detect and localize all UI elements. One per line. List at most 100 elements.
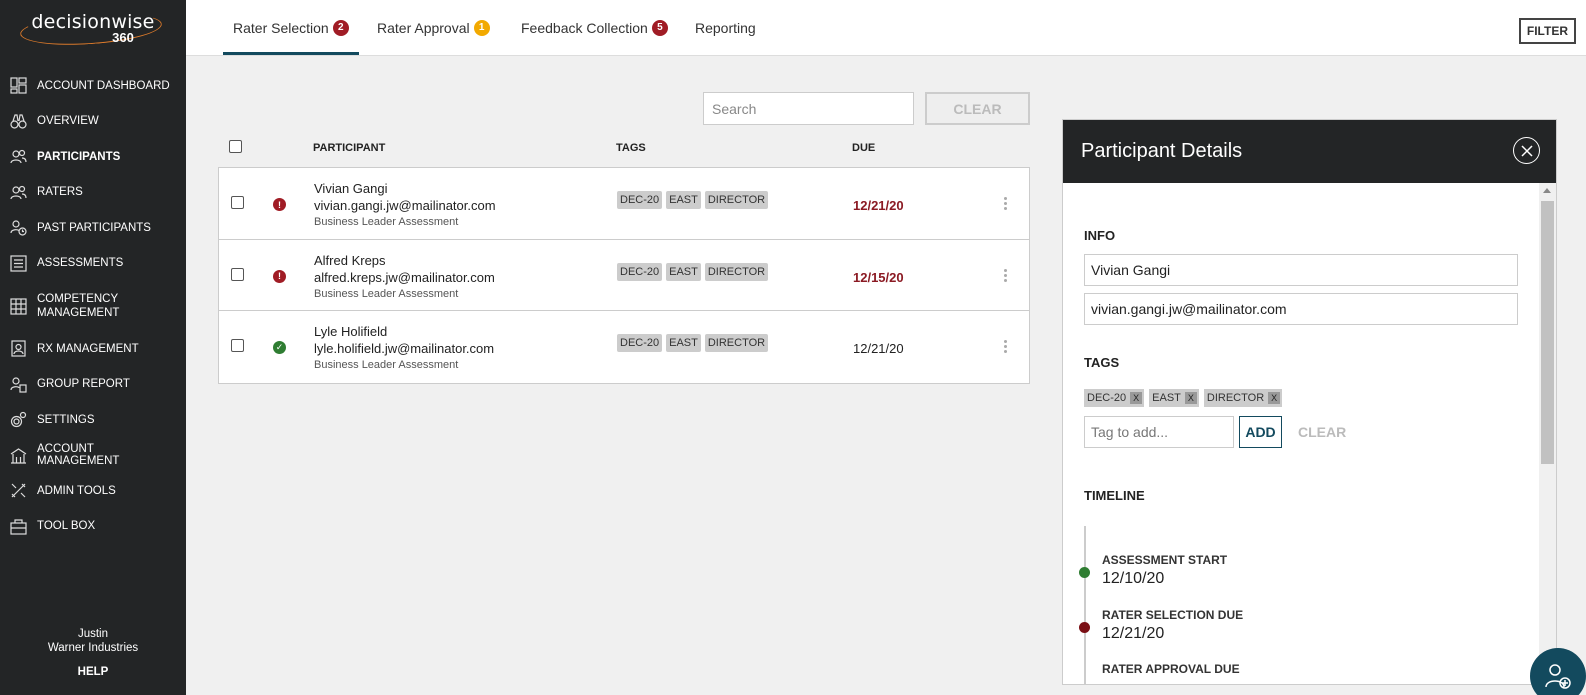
sidebar-item-raters[interactable]: RATERS [0,175,186,211]
table-row[interactable]: ! Alfred Kreps alfred.kreps.jw@mailinato… [219,240,1029,311]
tag-list: DEC-20 EAST DIRECTOR [617,191,769,209]
timeline-date: 12/21/20 [1102,625,1165,642]
timeline-label: RATER APPROVAL DUE [1102,662,1240,676]
more-options-icon[interactable] [1004,197,1008,210]
sidebar-nav: ACCOUNT DASHBOARD OVERVIEW PARTICIPANTS … [0,68,186,544]
group-report-icon [10,376,27,393]
participant-email: lyle.holifield.jw@mailinator.com [314,341,495,356]
sidebar-item-label: PARTICIPANTS [37,150,121,163]
search-clear-button[interactable]: CLEAR [925,92,1030,125]
building-icon [10,447,27,464]
sidebar-item-competency-management[interactable]: COMPETENCY MANAGEMENT [0,281,186,331]
tag-list: DEC-20 EAST DIRECTOR [617,262,769,281]
tag: EAST [666,191,701,209]
timeline-label: ASSESSMENT START [1102,553,1228,567]
tag: DIRECTOR [704,334,769,352]
table-row[interactable]: ✓ Lyle Holifield lyle.holifield.jw@maili… [219,311,1029,383]
panel-header: Participant Details [1063,120,1556,183]
tab-rater-approval[interactable]: Rater Approval 1 [377,0,490,55]
user-block: Justin Warner Industries HELP [0,627,186,679]
panel-title: Participant Details [1081,140,1243,162]
row-checkbox[interactable] [231,339,244,352]
participant-email-field[interactable]: vivian.gangi.jw@mailinator.com [1084,293,1518,325]
sidebar-item-label: TOOL BOX [37,520,96,533]
tab-label: Feedback Collection [521,19,648,36]
row-checkbox[interactable] [231,196,244,209]
count-badge: 5 [651,19,668,36]
tab-feedback-collection[interactable]: Feedback Collection 5 [521,0,668,55]
row-checkbox[interactable] [231,267,244,281]
add-tag-button[interactable]: ADD [1239,416,1282,448]
sidebar-item-label: ASSESSMENTS [37,257,124,270]
brand-logo[interactable]: decisionwise 360 [0,0,186,60]
sidebar-item-overview[interactable]: OVERVIEW [0,104,186,140]
tag: DEC-20 [617,262,663,281]
timeline-dot [1079,567,1090,578]
count-badge: 1 [473,19,490,36]
tab-reporting[interactable]: Reporting [695,0,756,55]
participant-assessment: Business Leader Assessment [314,216,459,228]
participant-assessment: Business Leader Assessment [314,359,459,371]
users-clock-icon [10,219,27,236]
tag: EAST X [1149,389,1199,407]
sidebar-item-group-report[interactable]: GROUP REPORT [0,367,186,403]
user-company: Warner Industries [47,642,139,654]
more-options-icon[interactable] [1004,268,1008,282]
info-section-title: INFO [1084,228,1116,243]
participant-assessment: Business Leader Assessment [314,287,459,300]
sidebar-item-participants[interactable]: PARTICIPANTS [0,139,186,175]
close-icon[interactable] [1513,137,1540,164]
tag: DIRECTOR [704,191,769,209]
tab-rater-selection[interactable]: Rater Selection 2 [223,0,359,55]
tag: DIRECTOR X [1203,389,1283,407]
participant-name-field[interactable]: Vivian Gangi [1084,254,1518,286]
user-name: Justin [77,628,109,640]
sidebar-item-label: ACCOUNT MANAGEMENT [37,443,120,468]
participant-tag-list: DEC-20 X EAST X DIRECTOR X [1084,389,1283,407]
tags-section-title: TAGS [1084,355,1120,370]
binoculars-icon [10,113,27,130]
participant-email: vivian.gangi.jw@mailinator.com [314,198,496,213]
table-row[interactable]: ! Vivian Gangi vivian.gangi.jw@mailinato… [219,168,1029,240]
column-header-tags: TAGS [616,142,646,154]
sidebar-item-label: RATERS [37,186,83,199]
select-all-checkbox[interactable] [229,140,242,153]
sidebar-item-account-management[interactable]: ACCOUNT MANAGEMENT [0,438,186,474]
column-header-due: DUE [852,142,876,154]
remove-tag-icon[interactable]: X [1130,392,1143,404]
sidebar-item-label: COMPETENCY MANAGEMENT [37,293,120,319]
sidebar-item-past-participants[interactable]: PAST PARTICIPANTS [0,210,186,246]
due-date: 12/21/20 [853,198,904,213]
participant-email: alfred.kreps.jw@mailinator.com [314,269,495,285]
grid-icon [10,297,27,315]
sidebar-item-rx-management[interactable]: RX MANAGEMENT [0,331,186,367]
sidebar-item-admin-tools[interactable]: ADMIN TOOLS [0,473,186,509]
clear-tags-button[interactable]: CLEAR [1298,424,1346,440]
help-link[interactable]: HELP [0,665,186,679]
list-icon [10,255,27,272]
remove-tag-icon[interactable]: X [1184,392,1197,404]
remove-tag-icon[interactable]: X [1268,392,1281,404]
tag: DEC-20 [617,191,663,209]
sidebar-item-settings[interactable]: SETTINGS [0,402,186,438]
tag-list: DEC-20 EAST DIRECTOR [617,334,769,352]
sidebar-item-label: OVERVIEW [37,115,99,128]
tag-input[interactable] [1084,416,1234,448]
sidebar-item-assessments[interactable]: ASSESSMENTS [0,246,186,282]
scroll-thumb[interactable] [1541,201,1554,464]
sidebar-item-account-dashboard[interactable]: ACCOUNT DASHBOARD [0,68,186,104]
participant-name: Vivian Gangi [314,181,388,196]
sidebar-item-label: ACCOUNT DASHBOARD [37,79,170,92]
participant-details-panel: Participant Details INFO Vivian Gangi vi… [1062,119,1557,685]
panel-scrollbar[interactable] [1539,183,1556,684]
alert-icon: ! [273,269,286,283]
filter-button[interactable]: FILTER [1518,18,1576,44]
sidebar-item-tool-box[interactable]: TOOL BOX [0,509,186,545]
search-input[interactable] [703,92,914,125]
scroll-up-icon[interactable] [1543,188,1551,193]
more-options-icon[interactable] [1004,340,1008,353]
tab-label: Rater Approval [377,19,470,36]
table-header: PARTICIPANT TAGS DUE [218,138,1030,158]
due-date: 12/21/20 [853,341,904,356]
timeline-date: 12/10/20 [1102,570,1165,587]
